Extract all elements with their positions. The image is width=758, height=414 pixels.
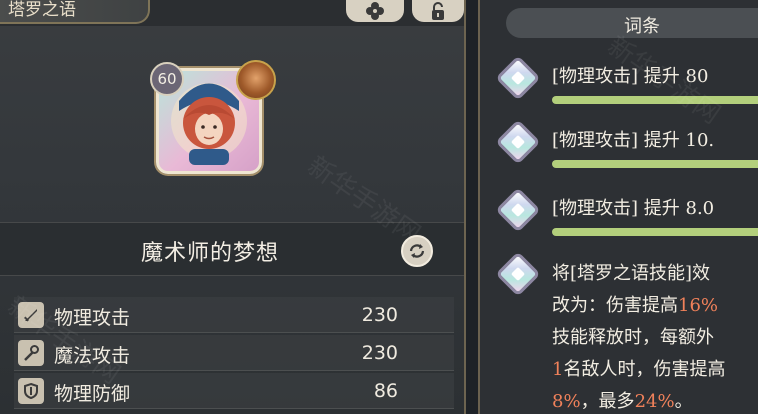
sword-icon <box>18 302 44 328</box>
panel-title: 塔罗之语 <box>0 0 150 24</box>
refresh-button[interactable] <box>401 235 433 267</box>
affix-bar <box>552 96 758 104</box>
skill-highlight: 16% <box>678 295 719 316</box>
lock-button[interactable] <box>412 0 464 22</box>
skill-description: 将[塔罗之语技能]效 改为：伤害提高16% 技能释放时，每额外 1名敌人时，伤害… <box>552 258 758 414</box>
stat-row-physical-attack: 物理攻击 230 <box>14 297 454 333</box>
affix-tab-header[interactable]: 词条 <box>506 8 758 38</box>
stat-value: 230 <box>361 304 398 326</box>
skill-line: 1名敌人时，伤害提高 <box>552 354 758 386</box>
crystal-gem-icon <box>495 251 541 297</box>
skill-line: 8%，最多24%。 <box>552 386 758 414</box>
skill-line: 将[塔罗之语技能]效 <box>552 263 711 284</box>
skill-text: ，最多 <box>580 391 635 412</box>
skill-highlight: 24% <box>634 391 675 412</box>
crystal-gem-icon <box>495 187 541 233</box>
wand-icon <box>18 340 44 366</box>
stat-value: 230 <box>361 342 398 364</box>
affix-text: [物理攻击] 提升 8.0 <box>552 198 715 219</box>
affix-bar <box>552 228 758 236</box>
affix-text: [物理攻击] 提升 80 <box>552 66 709 87</box>
owner-avatar <box>236 60 276 100</box>
skill-highlight: 1 <box>552 359 564 380</box>
skill-text: 。 <box>674 391 693 412</box>
card-name: 魔术师的梦想 <box>140 241 279 266</box>
stat-label: 物理攻击 <box>54 307 131 329</box>
skill-highlight: 8% <box>552 391 581 412</box>
clover-icon <box>366 2 384 20</box>
card-portrait[interactable]: 60 <box>150 60 276 180</box>
lock-icon <box>432 2 444 20</box>
card-level-badge: 60 <box>150 62 184 96</box>
stat-value: 86 <box>373 380 398 402</box>
crystal-gem-icon <box>495 55 541 101</box>
stat-row-physical-defense: 物理防御 86 <box>14 373 454 409</box>
crystal-gem-icon <box>495 119 541 165</box>
skill-text: 改为：伤害提高 <box>552 295 678 316</box>
stat-label: 物理防御 <box>54 383 131 405</box>
skill-line: 技能释放时，每额外 <box>552 327 714 348</box>
skill-text: 名敌人时，伤害提高 <box>563 359 726 380</box>
skill-line: 改为：伤害提高16% <box>552 290 758 322</box>
affix-panel: 词条 [物理攻击] 提升 80 [物理攻击] 提升 10. [物理攻击] 提升 … <box>478 0 758 414</box>
card-name-row: 魔术师的梦想 <box>0 222 464 276</box>
affix-tab-label: 词条 <box>624 16 660 37</box>
stat-row-magic-attack: 魔法攻击 230 <box>14 335 454 371</box>
card-detail-panel: 塔罗之语 60 魔术师的梦想 物理攻击 230 魔法攻击 230 物理防御 86… <box>0 0 466 414</box>
favorite-button[interactable] <box>346 0 404 22</box>
stat-label: 魔法攻击 <box>54 345 131 367</box>
shield-icon <box>18 378 44 404</box>
affix-text: [物理攻击] 提升 10. <box>552 130 715 151</box>
refresh-icon <box>409 244 425 258</box>
affix-bar <box>552 160 758 168</box>
